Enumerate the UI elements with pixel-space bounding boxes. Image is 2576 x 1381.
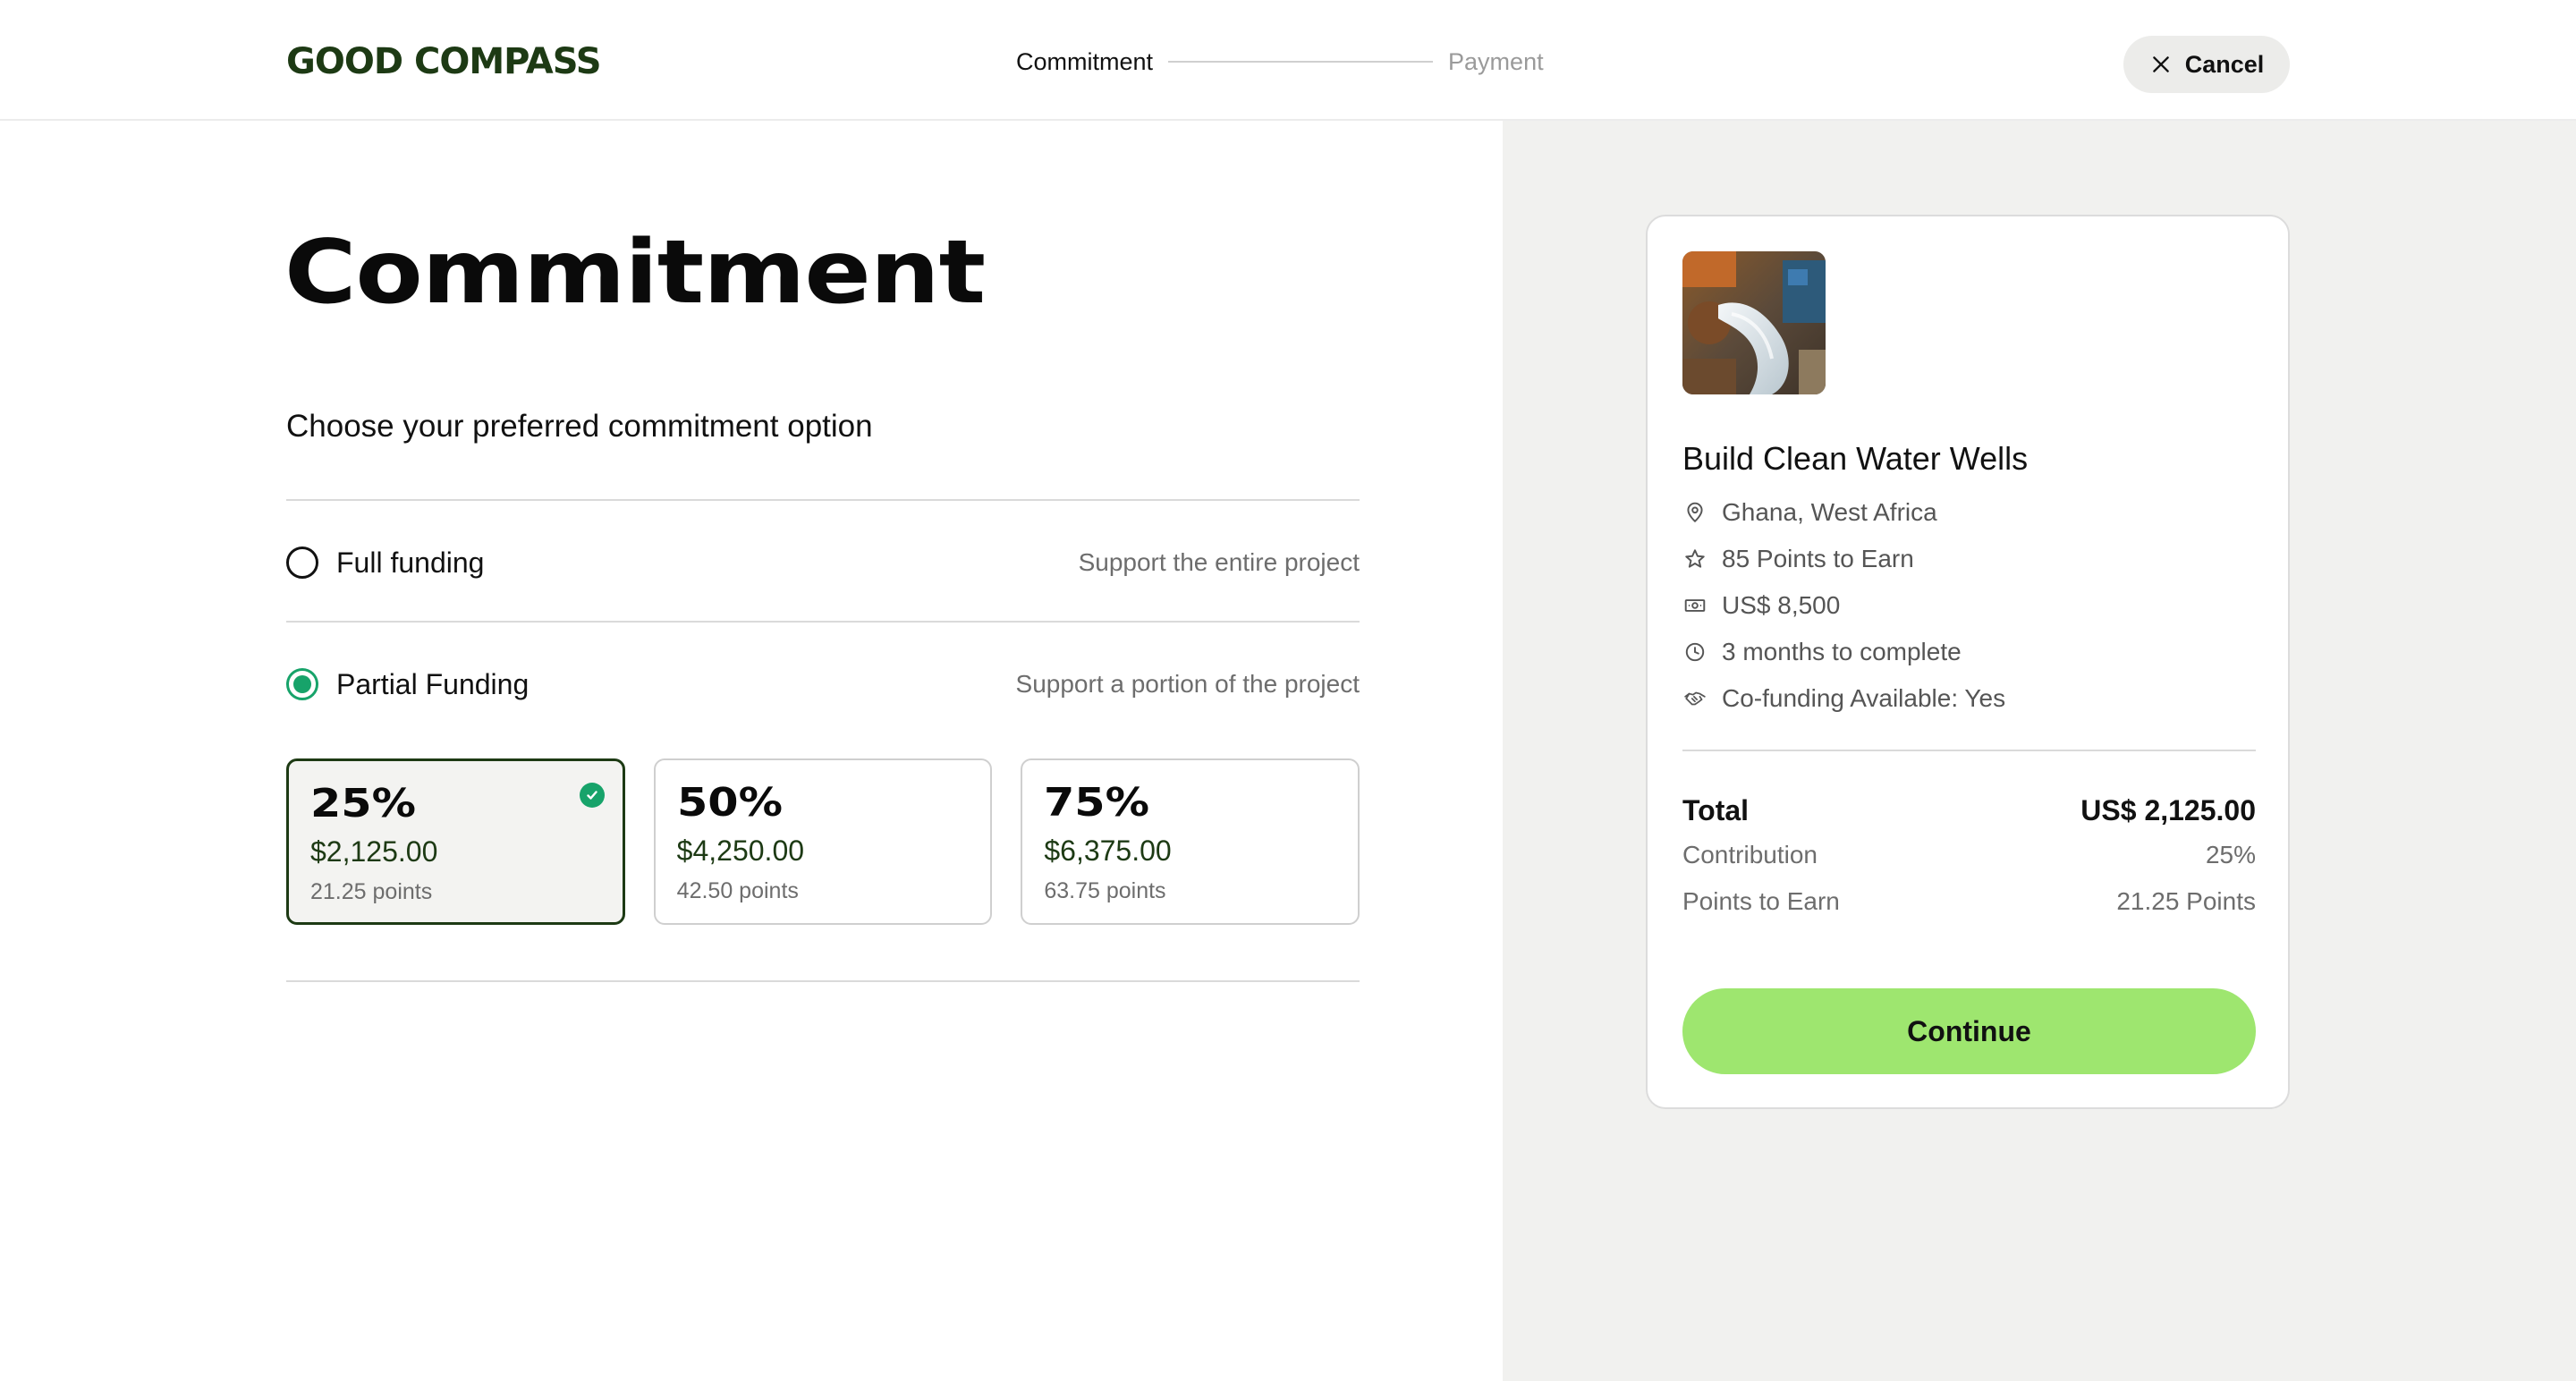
meta-duration: 3 months to complete bbox=[1682, 629, 2255, 675]
cash-icon bbox=[1682, 593, 1707, 618]
points-row: Points to Earn 21.25 Points bbox=[1682, 887, 2256, 916]
contribution-label: Contribution bbox=[1682, 841, 1818, 868]
brand-logo[interactable]: GOOD COMPASS bbox=[286, 41, 602, 82]
commitment-subtitle: Choose your preferred commitment option bbox=[286, 409, 873, 444]
points-label: Points to Earn bbox=[1682, 887, 1840, 915]
cancel-button[interactable]: Cancel bbox=[2123, 36, 2290, 93]
star-icon bbox=[1682, 546, 1707, 572]
option-description: Support a portion of the project bbox=[1015, 670, 1360, 698]
clock-icon bbox=[1682, 640, 1707, 665]
percent-points: 63.75 points bbox=[1044, 878, 1166, 903]
close-icon bbox=[2152, 56, 2169, 72]
radio-full-funding[interactable] bbox=[286, 546, 318, 579]
divider bbox=[286, 980, 1360, 982]
progress-stepper: Commitment Payment bbox=[1016, 43, 1544, 80]
total-row: Total US$ 2,125.00 bbox=[1682, 794, 2256, 827]
percent-amount: $2,125.00 bbox=[310, 835, 438, 868]
meta-location: Ghana, West Africa bbox=[1682, 489, 2255, 536]
project-summary-card: Build Clean Water Wells Ghana, West Afri… bbox=[1646, 215, 2290, 1109]
option-description: Support the entire project bbox=[1078, 548, 1360, 576]
divider bbox=[286, 621, 1360, 623]
top-header: GOOD COMPASS Commitment Payment Cancel bbox=[0, 0, 2576, 121]
option-label: Partial Funding bbox=[336, 667, 530, 700]
page-title: Commitment bbox=[284, 222, 986, 324]
cancel-label: Cancel bbox=[2184, 50, 2265, 78]
total-value: US$ 2,125.00 bbox=[2080, 794, 2256, 826]
percent-amount: $4,250.00 bbox=[676, 835, 805, 867]
percent-value: 75% bbox=[1044, 780, 1150, 826]
percent-value: 50% bbox=[676, 780, 783, 826]
percent-points: 21.25 points bbox=[310, 879, 433, 904]
points-value: 21.25 Points bbox=[2116, 887, 2256, 915]
percent-option-75[interactable]: 75% $6,375.00 63.75 points bbox=[1021, 758, 1360, 925]
percent-option-50[interactable]: 50% $4,250.00 42.50 points bbox=[653, 758, 993, 925]
percent-option-25[interactable]: 25% $2,125.00 21.25 points bbox=[286, 758, 625, 925]
divider bbox=[1682, 750, 2256, 751]
contribution-row: Contribution 25% bbox=[1682, 841, 2256, 869]
percent-amount: $6,375.00 bbox=[1044, 835, 1172, 867]
radio-partial-funding[interactable] bbox=[286, 668, 318, 700]
location-pin-icon bbox=[1682, 500, 1707, 525]
project-image bbox=[1682, 251, 1826, 394]
continue-button[interactable]: Continue bbox=[1682, 988, 2256, 1074]
meta-cofunding: Co-funding Available: Yes bbox=[1682, 675, 2255, 722]
meta-points: 85 Points to Earn bbox=[1682, 536, 2255, 582]
step-payment: Payment bbox=[1448, 47, 1544, 75]
divider bbox=[286, 499, 1360, 501]
meta-budget: US$ 8,500 bbox=[1682, 582, 2255, 629]
handshake-icon bbox=[1682, 686, 1707, 711]
option-label: Full funding bbox=[336, 546, 485, 579]
project-title: Build Clean Water Wells bbox=[1682, 440, 2029, 477]
total-label: Total bbox=[1682, 794, 1750, 826]
project-meta-list: Ghana, West Africa 85 Points to Earn US$… bbox=[1682, 489, 2255, 722]
percent-points: 42.50 points bbox=[676, 878, 799, 903]
option-full-funding[interactable]: Full funding Support the entire project bbox=[286, 503, 1360, 623]
checkmark-icon bbox=[579, 783, 605, 808]
option-partial-funding[interactable]: Partial Funding Support a portion of the… bbox=[286, 624, 1360, 744]
partial-funding-options: 25% $2,125.00 21.25 points 50% $4,250.00… bbox=[286, 758, 1360, 925]
stepper-connector bbox=[1168, 61, 1434, 63]
contribution-value: 25% bbox=[2205, 841, 2256, 868]
step-commitment: Commitment bbox=[1016, 47, 1154, 75]
